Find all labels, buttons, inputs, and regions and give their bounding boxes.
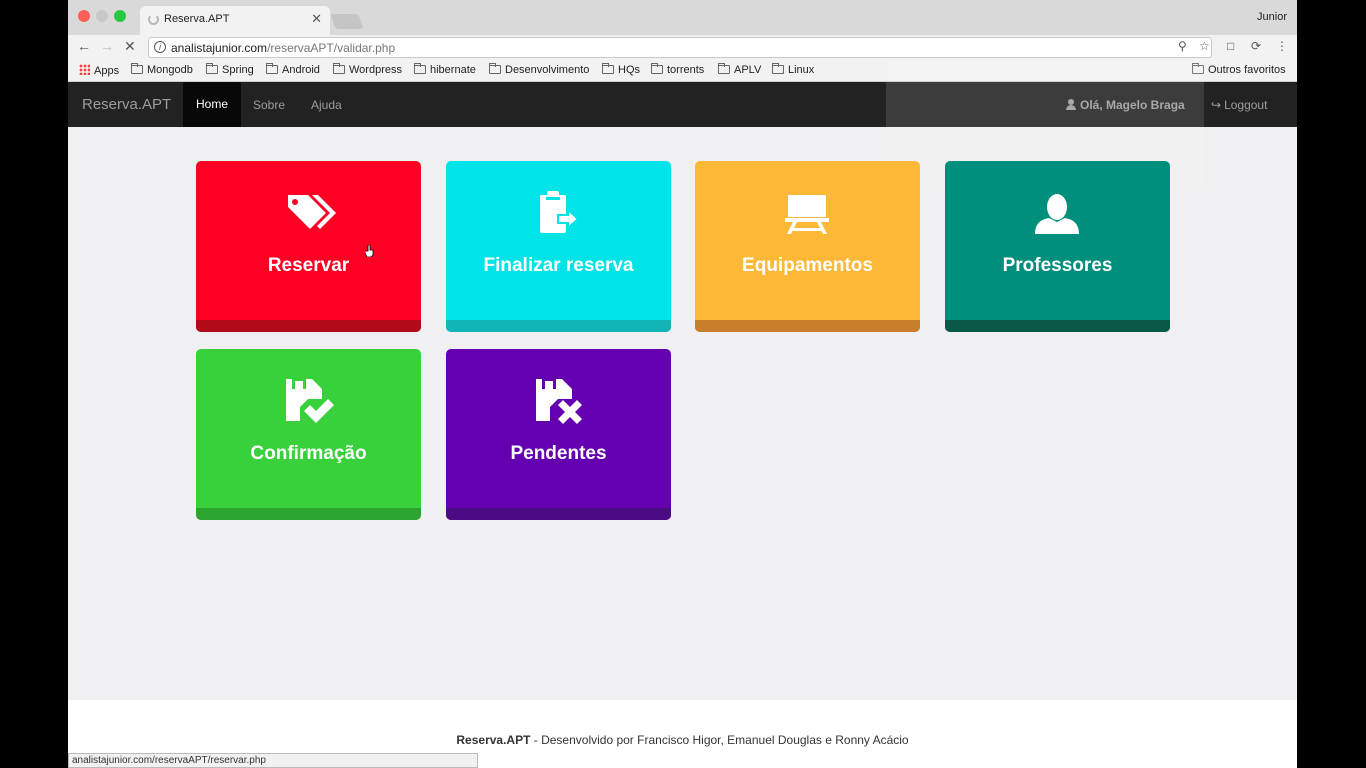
apps-grid-icon <box>79 64 90 75</box>
tile-label: Finalizar reserva <box>483 255 634 276</box>
url-host: analistajunior.com <box>171 41 268 55</box>
bookmark-hqs[interactable]: HQs <box>602 63 640 76</box>
folder-icon <box>718 63 730 74</box>
folder-icon <box>131 63 143 74</box>
folder-icon <box>414 63 426 74</box>
extension-icon[interactable]: ⟳ <box>1251 39 1261 53</box>
bookmark-android[interactable]: Android <box>266 63 320 76</box>
user-icon <box>1035 194 1079 234</box>
navbar-brand[interactable]: Reserva.APT <box>82 96 171 113</box>
status-bar-url: analistajunior.com/reservaAPT/reservar.p… <box>68 753 478 768</box>
browser-tab[interactable]: Reserva.APT ✕ <box>140 6 330 35</box>
tile-band <box>695 320 920 332</box>
tile-band <box>446 508 671 520</box>
tab-close-button[interactable]: ✕ <box>311 11 322 27</box>
tile-label: Equipamentos <box>742 255 873 276</box>
tab-title: Reserva.APT <box>164 13 230 25</box>
folder-icon <box>602 63 614 74</box>
tile-band <box>945 320 1170 332</box>
projector-screen-icon <box>785 195 829 234</box>
bookmark-other-favorites[interactable]: Outros favoritos <box>1192 63 1286 76</box>
tile-band <box>196 508 421 520</box>
tile-equipamentos[interactable]: Equipamentos <box>695 161 920 332</box>
tile-label: Professores <box>1002 255 1113 276</box>
folder-icon <box>266 63 278 74</box>
loading-spinner-icon <box>148 14 159 25</box>
footer-credits-text: - Desenvolvido por Francisco Higor, Eman… <box>530 733 909 747</box>
close-window-button[interactable] <box>78 10 90 22</box>
bookmark-aplv[interactable]: APLV <box>718 63 761 76</box>
nav-ajuda[interactable]: Ajuda <box>311 98 342 112</box>
bookmark-wordpress[interactable]: Wordpress <box>333 63 402 76</box>
minimize-window-button[interactable] <box>96 10 108 22</box>
tile-label: Pendentes <box>510 443 607 464</box>
bookmark-desenvolvimento[interactable]: Desenvolvimento <box>489 63 589 76</box>
tile-confirmacao[interactable]: Confirmação <box>196 349 421 520</box>
folder-icon <box>206 63 218 74</box>
tile-finalizar-reserva[interactable]: Finalizar reserva <box>446 161 671 332</box>
tile-band <box>446 320 671 332</box>
browser-window: Reserva.APT ✕ Junior ← → ✕ i analistajun… <box>68 0 1297 768</box>
back-arrow-icon[interactable]: ← <box>77 38 91 54</box>
forward-arrow-icon[interactable]: → <box>100 38 114 54</box>
bookmark-linux[interactable]: Linux <box>772 63 814 76</box>
new-tab-button[interactable] <box>330 14 364 29</box>
nav-home[interactable]: Home <box>183 82 241 127</box>
folder-icon <box>489 63 501 74</box>
address-bar[interactable]: i analistajunior.com/reservaAPT/validar.… <box>148 37 1212 58</box>
stop-loading-icon[interactable]: ✕ <box>124 38 136 55</box>
star-bookmark-icon[interactable]: ☆ <box>1199 39 1210 53</box>
menu-kebab-icon[interactable]: ⋮ <box>1276 39 1288 53</box>
bookmark-hibernate[interactable]: hibernate <box>414 63 476 76</box>
tags-icon <box>288 195 336 229</box>
cast-icon[interactable]: □ <box>1227 39 1234 53</box>
bookmark-spring[interactable]: Spring <box>206 63 254 76</box>
bookmark-mongodb[interactable]: Mongodb <box>131 63 193 76</box>
footer-brand: Reserva.APT <box>456 733 531 747</box>
folder-icon <box>333 63 345 74</box>
tile-label: Confirmação <box>250 443 367 464</box>
title-bar: Reserva.APT ✕ Junior <box>68 0 1297 35</box>
tile-pendentes[interactable]: Pendentes <box>446 349 671 520</box>
logout-icon: ↪ <box>1211 98 1222 112</box>
calendar-check-icon <box>286 379 334 423</box>
tile-professores[interactable]: Professores <box>945 161 1170 332</box>
nav-sobre[interactable]: Sobre <box>253 98 285 112</box>
clipboard-export-icon <box>540 191 580 233</box>
tile-band <box>196 320 421 332</box>
hand-cursor-icon <box>365 245 374 257</box>
bookmark-torrents[interactable]: torrents <box>651 63 704 76</box>
info-icon[interactable]: i <box>154 41 166 53</box>
url-text: analistajunior.com/reservaAPT/validar.ph… <box>171 41 395 55</box>
footer-credits: Reserva.APT - Desenvolvido por Francisco… <box>68 733 1297 747</box>
tile-label: Reservar <box>267 255 350 276</box>
bookmark-apps[interactable]: Apps <box>79 64 119 77</box>
calendar-remove-icon <box>536 379 582 424</box>
maximize-window-button[interactable] <box>114 10 126 22</box>
tile-reservar[interactable]: Reservar <box>196 161 421 332</box>
key-icon[interactable]: ⚲ <box>1178 39 1187 53</box>
profile-name[interactable]: Junior <box>1257 11 1287 23</box>
folder-icon <box>772 63 784 74</box>
browser-toolbar: ← → ✕ i analistajunior.com/reservaAPT/va… <box>68 35 1297 61</box>
logout-link[interactable]: ↪ Loggout <box>1211 98 1267 112</box>
url-path: /reservaAPT/validar.php <box>267 41 396 55</box>
folder-icon <box>651 63 663 74</box>
